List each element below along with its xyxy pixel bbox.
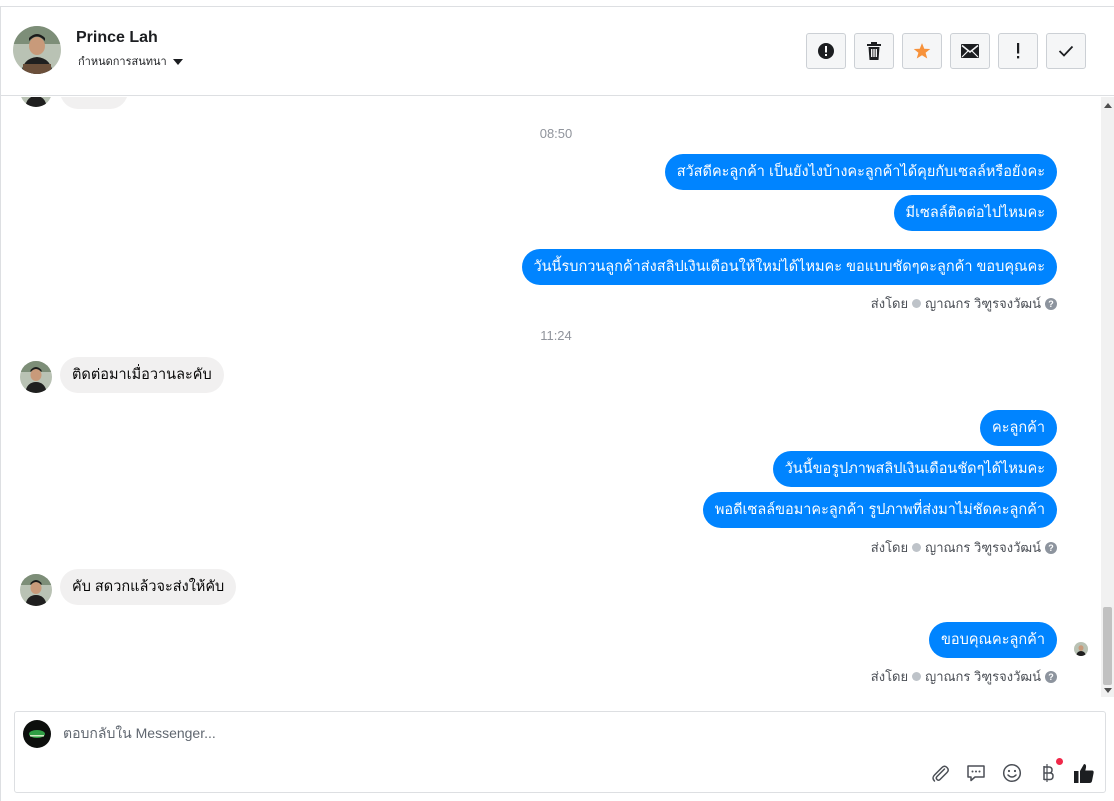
timestamp: 11:24: [540, 328, 572, 343]
page-avatar: [23, 720, 51, 748]
star-button[interactable]: [902, 33, 942, 69]
seen-avatar: [1074, 642, 1088, 656]
scroll-down-arrow-icon[interactable]: [1104, 688, 1112, 693]
sent-by-info: ส่งโดย ญาณกร วิฑูรจงวัฒน์ ?: [871, 666, 1057, 687]
alert-circle-icon: [818, 43, 834, 59]
sent-by-info: ส่งโดย ญาณกร วิฑูรจงวัฒน์ ?: [871, 293, 1057, 314]
header-toolbar: [806, 33, 1086, 69]
baht-icon: [1043, 764, 1054, 782]
sent-by-name: ญาณกร วิฑูรจงวัฒน์: [925, 669, 1041, 684]
sent-by-name: ญาณกร วิฑูรจงวัฒน์: [925, 296, 1041, 311]
contact-name[interactable]: Prince Lah: [76, 29, 158, 47]
verified-icon: [912, 672, 922, 681]
composer-toolbar: [929, 758, 1095, 784]
help-icon[interactable]: ?: [1045, 297, 1057, 310]
help-icon[interactable]: ?: [1045, 670, 1057, 683]
star-icon: [913, 43, 931, 59]
report-button[interactable]: [806, 33, 846, 69]
message-bubble-out[interactable]: พอดีเซลล์ขอมาคะลูกค้า รูปภาพที่ส่งมาไม่ช…: [702, 492, 1057, 528]
like-button[interactable]: [1073, 762, 1095, 784]
attach-button[interactable]: [929, 762, 951, 784]
message-bubble-out[interactable]: วันนี้ขอรูปภาพสลิปเงินเดือนชัดๆได้ไหมคะ: [772, 451, 1057, 487]
scrollbar-thumb[interactable]: [1103, 607, 1112, 685]
verified-icon: [912, 299, 922, 308]
timestamp: 08:50: [539, 126, 573, 141]
mark-done-button[interactable]: [1046, 33, 1086, 69]
speech-bubble-icon: [967, 765, 985, 782]
message-bubble-out[interactable]: วันนี้รบกวนลูกค้าส่งสลิปเงินเดือนให้ใหม่…: [521, 249, 1057, 285]
contact-avatar-small: [20, 97, 52, 107]
sent-by-label: ส่งโดย: [870, 540, 909, 555]
message-bubble-out[interactable]: คะลูกค้า: [980, 410, 1057, 446]
conversation-label-dropdown[interactable]: กำหนดการสนทนา: [78, 52, 183, 70]
contact-avatar-small[interactable]: [20, 574, 52, 606]
message-bubble-out[interactable]: ขอบคุณคะลูกค้า: [929, 622, 1057, 658]
spam-button[interactable]: [998, 33, 1038, 69]
message-bubble-in[interactable]: [60, 97, 128, 109]
messenger-window: Prince Lah กำหนดการสนทนา 08:50 สวัสดีคะล…: [0, 6, 1114, 801]
sent-by-label: ส่งโดย: [870, 669, 909, 684]
message-bubble-in[interactable]: คับ สดวกแล้วจะส่งให้คับ: [60, 569, 237, 605]
conversation-header: Prince Lah กำหนดการสนทนา: [1, 7, 1114, 96]
saved-replies-button[interactable]: [965, 762, 987, 784]
emoji-icon: [1002, 763, 1022, 783]
message-bubble-in[interactable]: ติดต่อมาเมื่อวานละคับ: [60, 357, 224, 393]
mail-icon: [961, 44, 979, 58]
sent-by-label: ส่งโดย: [870, 296, 909, 311]
caret-down-icon: [172, 58, 183, 65]
message-scrollbar[interactable]: [1101, 97, 1114, 697]
message-list[interactable]: 08:50 สวัสดีคะลูกค้า เป็นยังไงบ้างคะลูกค…: [1, 97, 1101, 697]
mail-button[interactable]: [950, 33, 990, 69]
conversation-label-text: กำหนดการสนทนา: [78, 56, 167, 68]
sent-by-name: ญาณกร วิฑูรจงวัฒน์: [925, 540, 1041, 555]
help-icon[interactable]: ?: [1045, 541, 1057, 554]
notification-dot: [1056, 758, 1063, 765]
verified-icon: [912, 543, 922, 552]
delete-button[interactable]: [854, 33, 894, 69]
payment-button[interactable]: [1037, 758, 1063, 784]
scroll-up-arrow-icon[interactable]: [1104, 103, 1112, 108]
reply-composer: [14, 711, 1106, 793]
reply-input[interactable]: [63, 725, 963, 741]
sent-by-info: ส่งโดย ญาณกร วิฑูรจงวัฒน์ ?: [871, 537, 1057, 558]
paperclip-icon: [932, 765, 949, 782]
message-bubble-out[interactable]: สวัสดีคะลูกค้า เป็นยังไงบ้างคะลูกค้าได้ค…: [664, 154, 1057, 190]
exclamation-icon: [1017, 43, 1020, 59]
contact-avatar[interactable]: [13, 26, 61, 74]
trash-icon: [867, 42, 881, 60]
emoji-button[interactable]: [1001, 762, 1023, 784]
contact-avatar-small[interactable]: [20, 361, 52, 393]
like-icon: [1074, 764, 1094, 783]
check-icon: [1058, 45, 1074, 57]
message-bubble-out[interactable]: มีเซลล์ติดต่อไปไหมคะ: [893, 195, 1057, 231]
